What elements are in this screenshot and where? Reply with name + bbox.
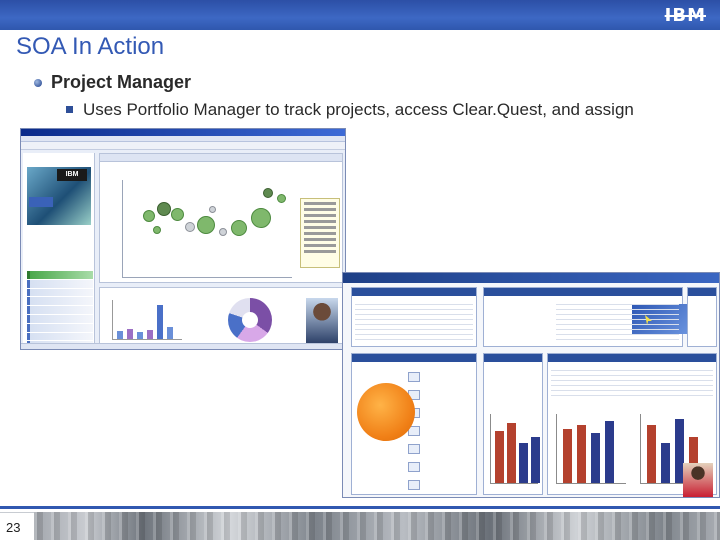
bullet-level2: Uses Portfolio Manager to track projects… <box>66 98 666 122</box>
bubble-mark <box>171 208 184 221</box>
bubble-mark <box>231 220 247 236</box>
scope-icon <box>408 462 420 472</box>
bubble-mark <box>143 210 155 222</box>
financial-bar <box>647 425 656 483</box>
bubble-mark <box>157 202 171 216</box>
ibm-tile-icon: IBM <box>57 169 87 181</box>
person-photo <box>306 298 338 344</box>
person-photo <box>683 463 713 497</box>
bullet-square-icon <box>66 106 73 113</box>
bullet-level2-text: Uses Portfolio Manager to track projects… <box>83 100 634 119</box>
sidebar-item <box>27 314 93 323</box>
dashboard-screenshot <box>342 272 720 498</box>
trigger-bar <box>519 443 528 483</box>
mini-bar <box>117 331 123 339</box>
ibm-logo: IBM <box>664 5 706 26</box>
triggers-chart <box>490 414 540 484</box>
sidebar-panel: IBM <box>23 153 95 349</box>
page-number: 23 <box>6 520 21 535</box>
sidebar-item <box>27 288 93 297</box>
bubble-mark <box>185 222 195 232</box>
bubble-mark <box>263 188 273 198</box>
footer-image-strip <box>0 512 720 540</box>
page-number-box: 23 <box>0 512 34 540</box>
sidebar-item <box>27 271 93 279</box>
bubble-mark <box>209 206 216 213</box>
mini-bar <box>137 332 143 339</box>
bubble-mark <box>277 194 286 203</box>
financial-bar <box>605 421 614 483</box>
financial-chart-left <box>556 414 626 484</box>
bubble-chart-plot <box>122 180 292 278</box>
bubble-chart-panel <box>99 153 343 283</box>
window-toolbar <box>21 142 345 150</box>
scope-icon <box>408 480 420 490</box>
financial-bar <box>591 433 600 483</box>
financial-bar <box>661 443 670 483</box>
status-indicator-icon <box>357 383 415 441</box>
footer-rule <box>0 506 720 509</box>
panel-tabs <box>100 154 342 162</box>
trigger-bar <box>531 437 540 483</box>
sidebar-item <box>27 306 93 314</box>
portfolio-manager-screenshot: IBM <box>20 128 346 350</box>
bubble-mark <box>219 228 227 236</box>
trigger-bar <box>507 423 516 483</box>
donut-chart <box>228 298 272 342</box>
dashboard-titlebar <box>343 273 719 283</box>
bullet-level1: Project Manager <box>34 72 191 93</box>
financial-bar <box>577 425 586 483</box>
sidebar-item <box>27 279 93 288</box>
sidebar-item <box>27 332 93 341</box>
mini-bar <box>157 305 163 339</box>
trigger-bar <box>495 431 504 483</box>
portfolio-banner-image: IBM <box>27 167 91 225</box>
select-tab <box>29 197 53 207</box>
mini-bar <box>147 330 153 339</box>
scorecard-panel <box>483 287 692 347</box>
mini-bar-chart <box>112 300 182 340</box>
triggers-panel <box>483 353 543 495</box>
bubble-mark <box>251 208 271 228</box>
financial-bar <box>563 429 572 483</box>
bubble-mark <box>197 216 215 234</box>
scope-icon <box>408 372 420 382</box>
schedule-panel <box>351 287 477 347</box>
bubble-mark <box>153 226 161 234</box>
sidebar-item <box>27 323 93 332</box>
chart-tooltip <box>300 198 340 268</box>
sidebar-item <box>27 297 93 306</box>
mini-charts-panel <box>99 287 343 345</box>
mini-bar <box>167 327 173 339</box>
mini-bar <box>127 329 133 339</box>
window-statusbar <box>21 343 345 349</box>
sidebar-nav <box>27 271 93 349</box>
scope-icon <box>408 444 420 454</box>
detail-panel <box>687 287 717 347</box>
slide-title: SOA In Action <box>16 33 165 60</box>
header-band: IBM <box>0 0 720 30</box>
bullet-dot-icon <box>34 78 42 87</box>
window-titlebar <box>21 129 345 136</box>
bullet-level1-text: Project Manager <box>51 72 192 92</box>
